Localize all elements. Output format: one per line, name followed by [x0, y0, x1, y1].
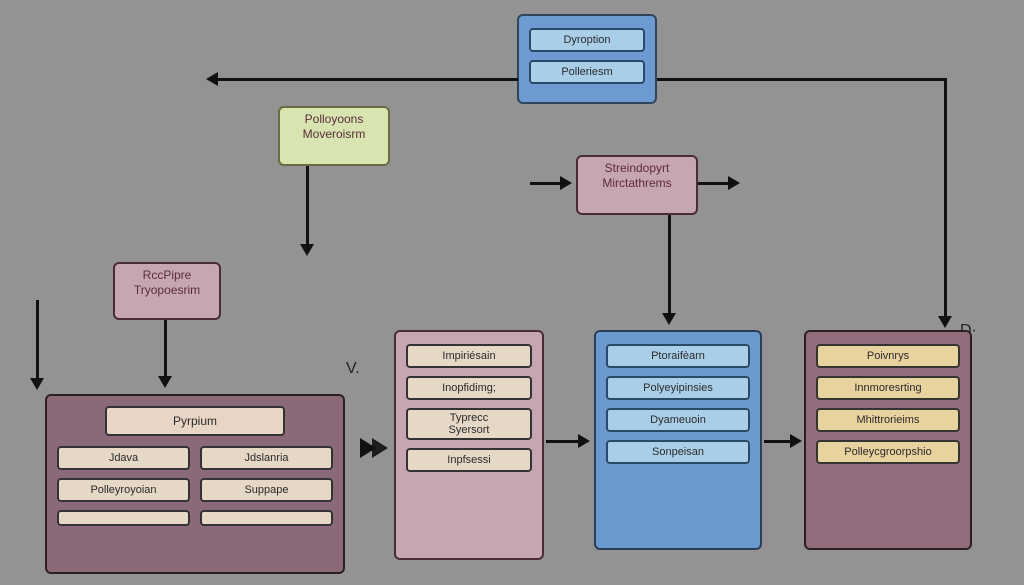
- mauve-c1: Typrecc: [414, 412, 524, 424]
- arrow-streind-down: [668, 215, 671, 315]
- green-box-line-b: Moveroisrm: [284, 127, 384, 142]
- arrow-rcp-down-head: [158, 376, 172, 388]
- arrow-green-down-head: [300, 244, 314, 256]
- arrow-top-right-v: [944, 78, 947, 168]
- arrow-blue-plum-head: [790, 434, 802, 448]
- plum-list-box: Poivnrys Innmoresrting Mhittrorieims Pol…: [804, 330, 972, 550]
- arrow-streind-down-head: [662, 313, 676, 325]
- top-box-item-a: Dyroption: [529, 28, 645, 52]
- rcp-box-line-a: RccPipre: [119, 268, 215, 283]
- green-box-line-a: Polloyoons: [284, 112, 384, 127]
- darkm-r2b: Suppape: [200, 478, 333, 502]
- streind-box-line-b: Mirctathrems: [582, 176, 692, 191]
- arrow-top-left: [218, 78, 518, 81]
- mauve-a: Impiriésain: [406, 344, 532, 368]
- arrow-to-streind-head: [560, 176, 572, 190]
- arrow-blue-plum: [764, 440, 792, 443]
- darkm-r1a: Jdava: [57, 446, 190, 470]
- darkm-r3b: [200, 510, 333, 526]
- arrow-top-left-head: [206, 72, 218, 86]
- arrow-to-streind: [530, 182, 560, 185]
- plum-a: Poivnrys: [816, 344, 960, 368]
- mauve-c2: Syersort: [414, 424, 524, 436]
- darkm-r2a: Polleyroyoian: [57, 478, 190, 502]
- mauve-c: Typrecc Syersort: [406, 408, 532, 440]
- plum-b: Innmoresrting: [816, 376, 960, 400]
- blue-list-box: Ptoraifèarn Polyeyipinsies Dyameuoin Son…: [594, 330, 762, 550]
- arrow-streind-right-head: [728, 176, 740, 190]
- blue-c: Dyameuoin: [606, 408, 750, 432]
- streind-box-line-a: Streindopyrt: [582, 161, 692, 176]
- mauve-list-box: Impiriésain Inopfidimg; Typrecc Syersort…: [394, 330, 544, 560]
- rcp-box: RccPipre Tryopoesrim: [113, 262, 221, 320]
- rcp-box-line-b: Tryopoesrim: [119, 283, 215, 298]
- top-box: Dyroption Polleriesm: [517, 14, 657, 104]
- arrow-streind-right: [698, 182, 728, 185]
- arrow-d-down: [944, 168, 947, 318]
- diagram-canvas: { "top_box": { "a": "Dyroption", "b": "P…: [0, 0, 1024, 585]
- arrow-farleft-down-head: [30, 378, 44, 390]
- arrow-rcp-down: [164, 320, 167, 378]
- darkm-r1b: Jdslanria: [200, 446, 333, 470]
- blue-d: Sonpeisan: [606, 440, 750, 464]
- plum-d: Polleycgroorpshio: [816, 440, 960, 464]
- top-box-item-b: Polleriesm: [529, 60, 645, 84]
- streind-box: Streindopyrt Mirctathrems: [576, 155, 698, 215]
- darkm-title: Pyrpium: [105, 406, 285, 436]
- arrow-green-down: [306, 166, 309, 246]
- darkm-r3a: [57, 510, 190, 526]
- arrow-mauve-blue: [546, 440, 580, 443]
- blue-a: Ptoraifèarn: [606, 344, 750, 368]
- arrow-farleft-down: [36, 300, 39, 380]
- arrow-top-right-h: [657, 78, 947, 81]
- mauve-b: Inopfidimg;: [406, 376, 532, 400]
- v-label: V.: [346, 360, 360, 378]
- darkm-box: Pyrpium Jdava Jdslanria Polleyroyoian Su…: [45, 394, 345, 574]
- plum-c: Mhittrorieims: [816, 408, 960, 432]
- blue-b: Polyeyipinsies: [606, 376, 750, 400]
- mauve-d: Inpfsessi: [406, 448, 532, 472]
- arrow-mauve-blue-head: [578, 434, 590, 448]
- arrow-dm-to-mauve-2: [372, 438, 388, 458]
- green-box: Polloyoons Moveroisrm: [278, 106, 390, 166]
- arrow-d-down-head: [938, 316, 952, 328]
